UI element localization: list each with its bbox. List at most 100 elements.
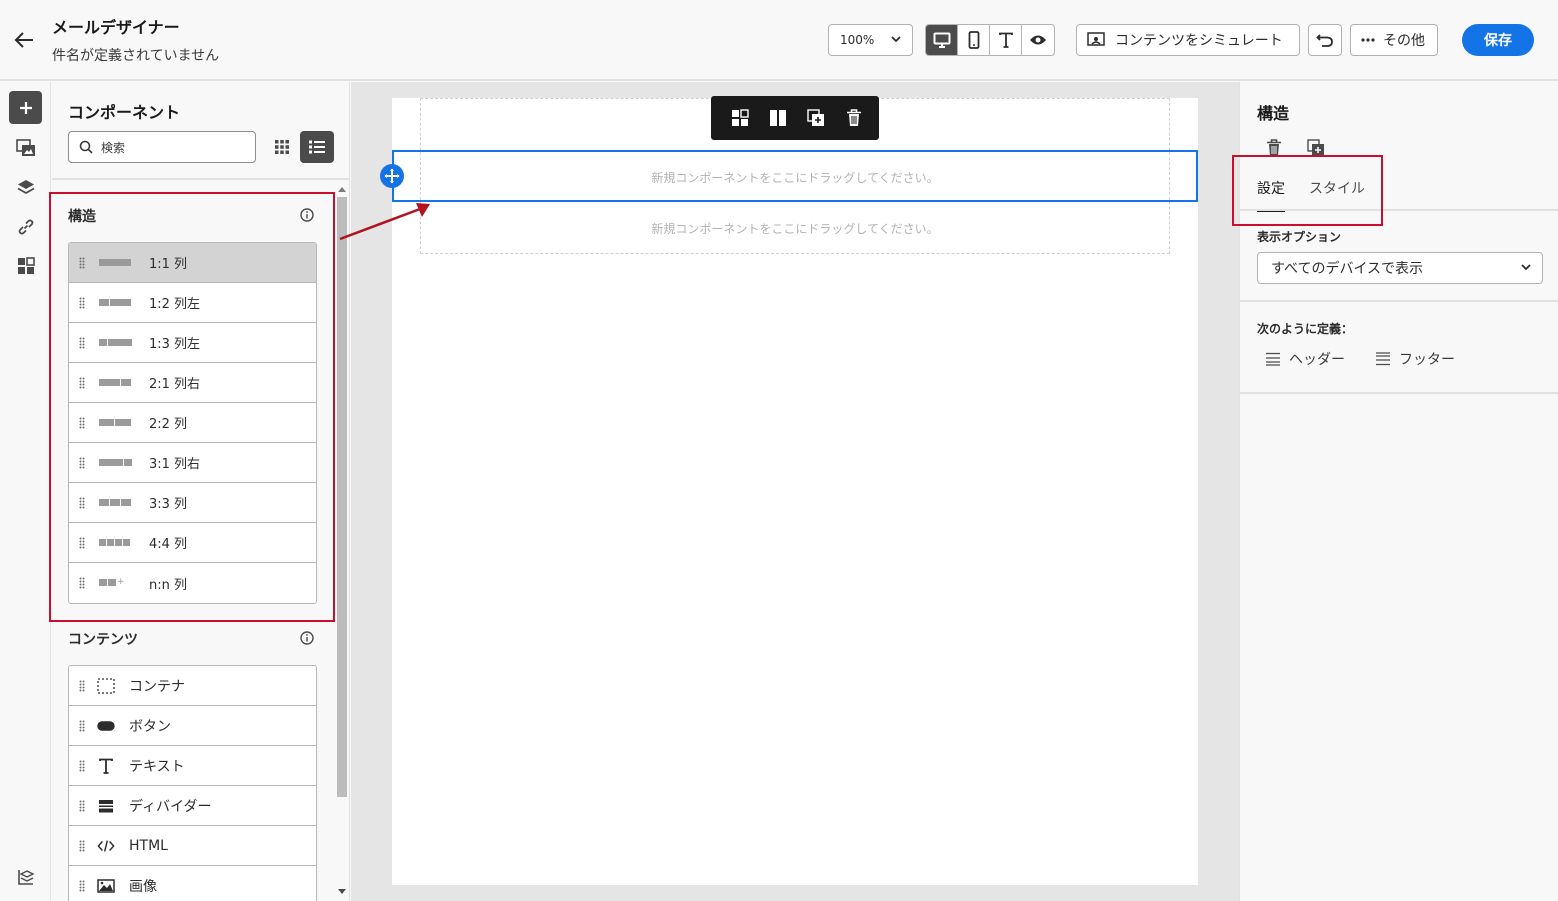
delete-button[interactable] <box>843 107 865 129</box>
layers-settings-icon <box>17 869 35 885</box>
content-item[interactable]: HTML <box>69 826 316 866</box>
simulate-content-button[interactable]: コンテンツをシミュレート <box>1076 24 1300 56</box>
scroll-up-icon[interactable] <box>338 186 346 192</box>
layers-rail-button[interactable] <box>9 171 42 204</box>
duplicate-icon <box>1307 139 1324 156</box>
footer-icon <box>1376 352 1390 366</box>
tabs-divider <box>1240 209 1558 211</box>
tab-style[interactable]: スタイル <box>1309 176 1365 212</box>
footer-label: フッター <box>1399 352 1455 368</box>
define-header-button[interactable]: ヘッダー <box>1265 348 1345 370</box>
structure-item[interactable]: 3:3 列 <box>69 483 316 523</box>
fragments-rail-button[interactable] <box>9 249 42 282</box>
drop-zone[interactable]: 新規コンポーネントをここにドラッグしてください。 <box>420 202 1170 254</box>
components-panel: コンポーネント 検索 構造 1:1 列 1:2 列左 1:3 列左 2:1 列右 2:2… <box>52 82 350 901</box>
tab-settings[interactable]: 設定 <box>1257 176 1285 212</box>
desktop-view-button[interactable] <box>926 25 958 55</box>
grid-view-button[interactable] <box>266 131 298 163</box>
drag-handle-icon <box>79 880 85 892</box>
text-icon <box>998 32 1013 48</box>
info-icon[interactable] <box>300 208 314 222</box>
save-button[interactable]: 保存 <box>1462 24 1534 56</box>
undo-button[interactable] <box>1308 24 1342 56</box>
drop-zone-selected[interactable]: 新規コンポーネントをここにドラッグしてください。 <box>392 150 1198 202</box>
section-divider <box>1240 300 1558 302</box>
structure-item[interactable]: 1:1 列 <box>69 243 316 283</box>
info-icon[interactable] <box>300 631 314 645</box>
structure-thumbnail-icon <box>99 459 132 467</box>
layers-icon <box>17 179 34 194</box>
search-input[interactable]: 検索 <box>68 131 256 163</box>
mobile-view-button[interactable] <box>958 25 990 55</box>
structure-item[interactable]: + n:n 列 <box>69 563 316 603</box>
structure-item[interactable]: 2:2 列 <box>69 403 316 443</box>
scroll-down-icon[interactable] <box>338 889 346 895</box>
assets-rail-button[interactable] <box>9 131 42 164</box>
simulate-icon <box>1087 32 1105 46</box>
columns-button[interactable] <box>767 107 789 129</box>
select-parent-button[interactable] <box>729 107 751 129</box>
drag-handle-icon <box>79 497 85 509</box>
content-item[interactable]: ボタン <box>69 706 316 746</box>
structure-item[interactable]: 1:3 列左 <box>69 323 316 363</box>
container-icon <box>97 678 115 694</box>
structure-list: 1:1 列 1:2 列左 1:3 列左 2:1 列右 2:2 列 3:1 列右 3:3 列 4… <box>68 242 317 604</box>
duplicate-structure-button[interactable] <box>1306 138 1326 158</box>
structure-thumbnail-icon <box>99 299 131 307</box>
structure-thumbnail-icon <box>99 539 130 547</box>
chevron-down-icon <box>1521 264 1531 271</box>
content-item[interactable]: 画像 <box>69 866 316 901</box>
content-item[interactable]: テキスト <box>69 746 316 786</box>
drag-handle-icon <box>79 680 85 692</box>
image-icon <box>97 878 115 894</box>
content-item[interactable]: ディバイダー <box>69 786 316 826</box>
structure-item[interactable]: 1:2 列左 <box>69 283 316 323</box>
drag-handle-icon <box>79 377 85 389</box>
duplicate-button[interactable] <box>805 107 827 129</box>
eye-icon <box>1030 35 1046 45</box>
structure-thumbnail-icon <box>99 339 132 347</box>
plus-icon <box>19 101 32 114</box>
structure-item[interactable]: 3:1 列右 <box>69 443 316 483</box>
view-mode-group <box>925 24 1055 56</box>
define-footer-button[interactable]: フッター <box>1375 348 1455 370</box>
move-handle-button[interactable] <box>380 164 404 188</box>
header-label: ヘッダー <box>1289 352 1345 368</box>
structure-label: 3:3 列 <box>149 497 188 512</box>
drag-handle-icon <box>79 297 85 309</box>
display-options-select[interactable]: すべてのデバイスで表示 <box>1257 252 1543 284</box>
properties-tabs: 設定 スタイル <box>1257 176 1365 212</box>
structure-item[interactable]: 2:1 列右 <box>69 363 316 403</box>
scrollbar[interactable] <box>335 182 349 901</box>
grid-icon <box>275 140 289 154</box>
back-button[interactable] <box>12 28 36 52</box>
scroll-thumb[interactable] <box>337 197 347 797</box>
content-label: HTML <box>129 837 168 854</box>
more-button[interactable]: その他 <box>1350 24 1438 56</box>
images-icon <box>15 138 35 156</box>
links-rail-button[interactable] <box>9 210 42 243</box>
content-heading: コンテンツ <box>68 632 138 648</box>
structure-item[interactable]: 4:4 列 <box>69 523 316 563</box>
preview-button[interactable] <box>1022 25 1054 55</box>
components-rail-button[interactable] <box>9 91 42 124</box>
move-icon <box>384 168 400 184</box>
panel-divider <box>52 178 349 180</box>
delete-structure-button[interactable] <box>1264 138 1284 158</box>
content-item[interactable]: コンテナ <box>69 666 316 706</box>
drag-handle-icon <box>79 257 85 269</box>
text-view-button[interactable] <box>990 25 1022 55</box>
layer-settings-rail-button[interactable] <box>9 860 42 893</box>
structure-label: 1:2 列左 <box>149 297 201 312</box>
zoom-value: 100% <box>840 33 875 47</box>
list-view-button[interactable] <box>300 131 334 163</box>
drop-hint: 新規コンポーネントをここにドラッグしてください。 <box>651 171 939 185</box>
undo-icon <box>1316 34 1333 47</box>
drag-handle-icon <box>79 760 85 772</box>
content-label: テキスト <box>129 758 185 775</box>
columns-icon <box>770 110 786 126</box>
define-as-label: 次のように定義： <box>1257 322 1354 336</box>
zoom-select[interactable]: 100% <box>828 24 913 56</box>
drag-handle-icon <box>79 417 85 429</box>
drag-handle-icon <box>79 337 85 349</box>
